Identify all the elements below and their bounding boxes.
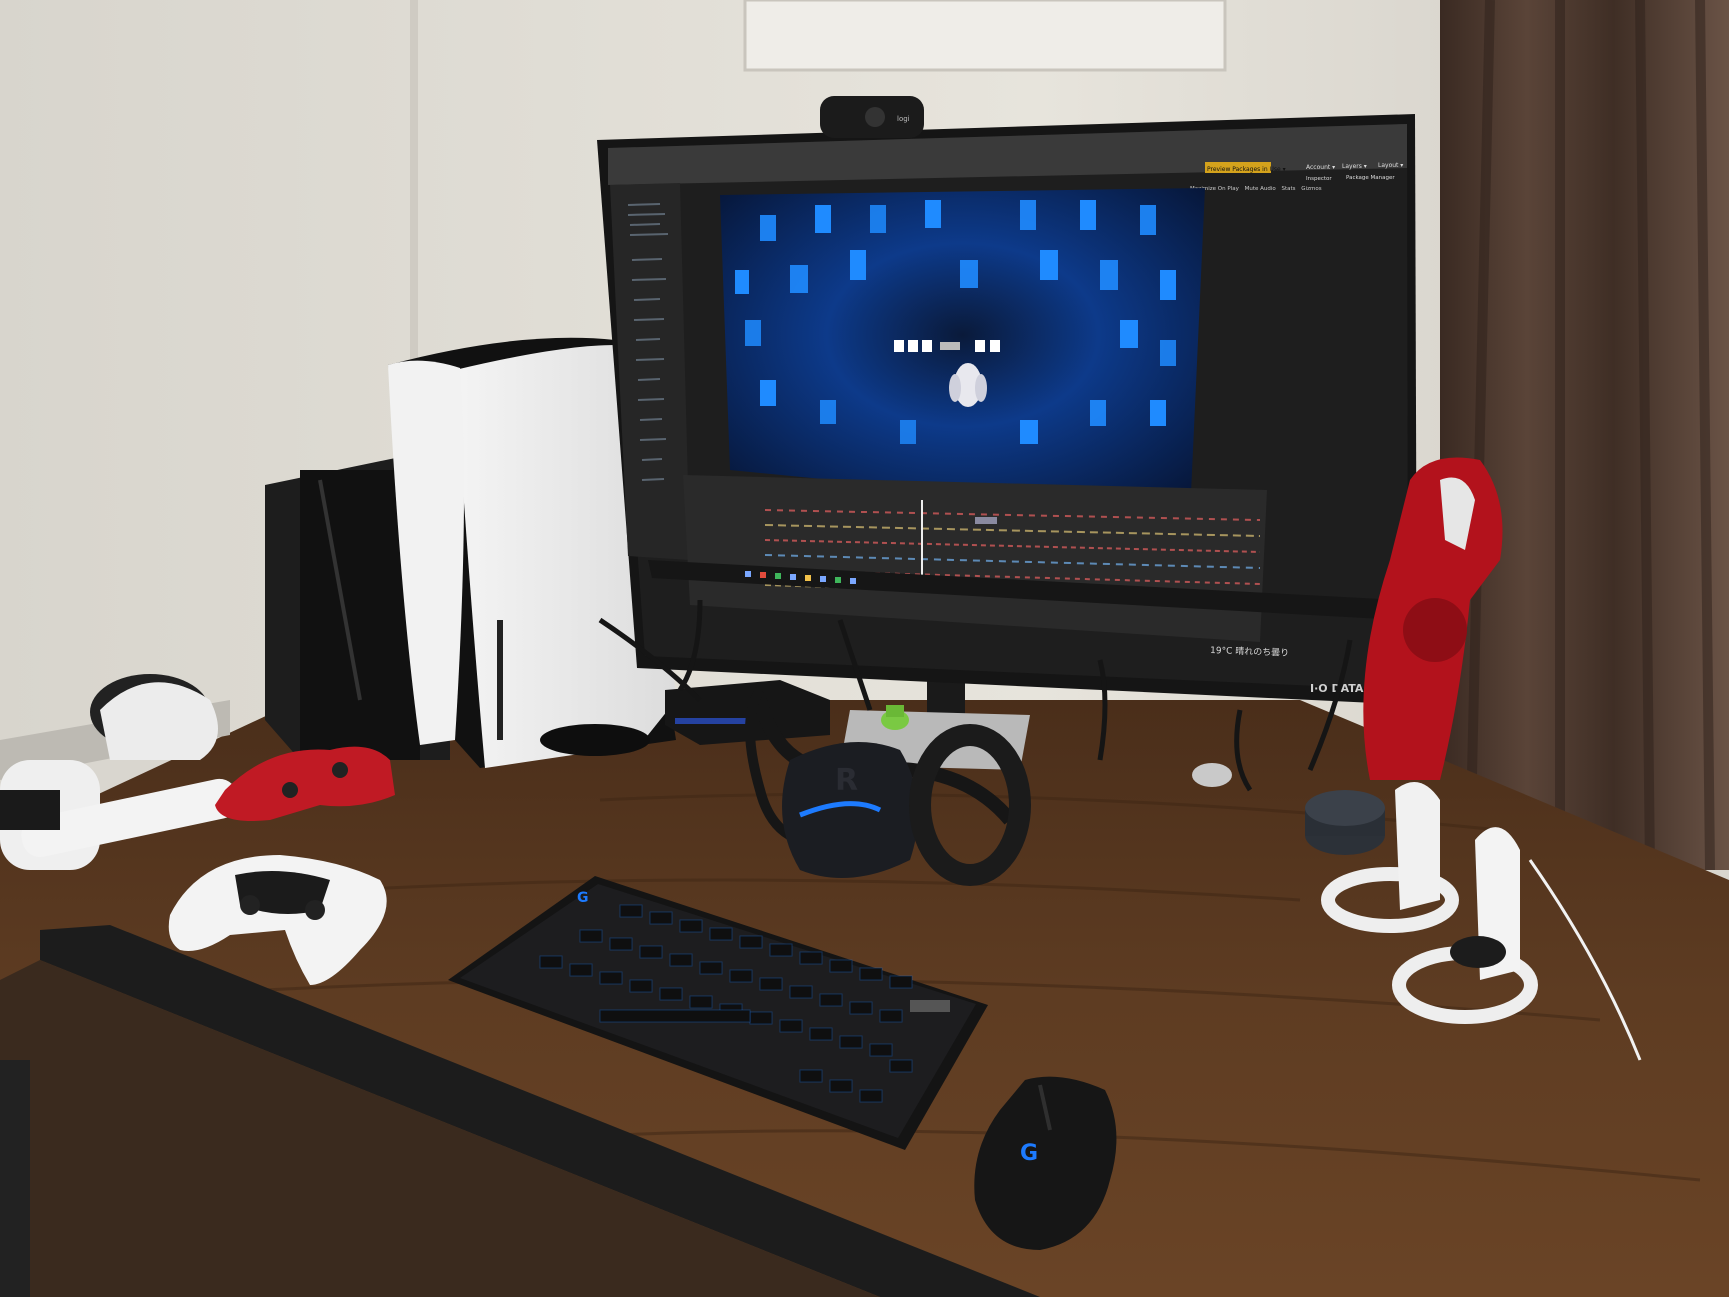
stats-toggle[interactable]: Stats: [1282, 186, 1296, 192]
desk-setup-scene: Preview Packages in Use ▾ Account ▾ Laye…: [0, 0, 1729, 1297]
monitor: Preview Packages in Use ▾ Account ▾ Laye…: [597, 114, 1417, 705]
wall-vent: [743, 0, 1227, 72]
package-manager-tab[interactable]: Package Manager: [1346, 175, 1395, 181]
floor-cap: [1192, 763, 1232, 787]
webcam: logi: [820, 96, 924, 138]
mouse-logo: G: [1020, 1141, 1038, 1166]
gizmos-toggle[interactable]: Gizmos: [1301, 186, 1321, 192]
smart-speaker: [1305, 790, 1385, 855]
webcam-logo: logi: [897, 115, 910, 123]
timeline-clip[interactable]: [975, 517, 997, 524]
desk-leg: [0, 1060, 30, 1297]
account-menu[interactable]: Account ▾: [1306, 164, 1335, 171]
game-view: [720, 188, 1205, 515]
game-view-options: Maximize On Play Mute Audio Stats Gizmos: [1190, 186, 1322, 192]
mute-audio-toggle[interactable]: Mute Audio: [1245, 186, 1277, 192]
inspector-tab[interactable]: Inspector: [1306, 176, 1332, 182]
layout-menu[interactable]: Layout ▾: [1378, 162, 1403, 169]
layers-menu[interactable]: Layers ▾: [1342, 163, 1367, 170]
preview-packages-label: Preview Packages in Use ▾: [1207, 166, 1286, 173]
keyboard-logo: G: [577, 890, 589, 906]
headset-logo: R: [835, 763, 858, 798]
